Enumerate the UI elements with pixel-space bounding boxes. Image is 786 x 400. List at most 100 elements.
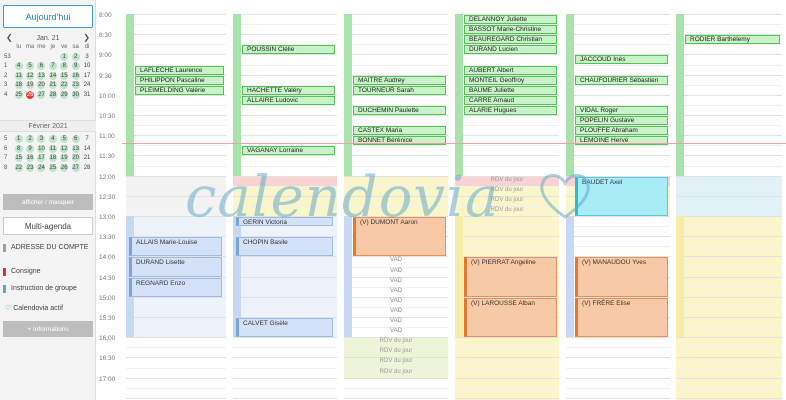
calendar-day[interactable]: 22 (60, 81, 69, 90)
appointment-blue[interactable]: ALLAIS Marie-Louise (129, 237, 222, 257)
appointment-green[interactable]: DURAND Lucien (464, 45, 557, 55)
calendar-day[interactable]: 9 (71, 62, 80, 71)
legend-calendovia-active[interactable]: ♡ Calendovia actif (3, 305, 93, 313)
calendar-day[interactable]: 17 (81, 72, 92, 80)
rdv-slot[interactable]: RDV du jour (455, 207, 559, 213)
rdv-slot[interactable]: RDV du jour (455, 197, 559, 203)
appointment-green[interactable]: PHILIPPON Pascaline (135, 75, 224, 85)
appointment-green[interactable]: DUCHEMIN Paulette (353, 105, 446, 115)
calendar-day[interactable]: 8 (14, 144, 23, 153)
vad-slot[interactable]: VAD (344, 328, 448, 334)
calendar-day[interactable]: 21 (48, 81, 57, 90)
appointment-cyan[interactable]: BAUDET Axel (575, 176, 668, 216)
appointment-orange[interactable]: (V) MANAUDOU Yves (575, 257, 668, 297)
calendar-day[interactable]: 19 (60, 154, 69, 163)
appointment-blue[interactable]: GERIN Victoria (236, 217, 333, 227)
appointment-green[interactable]: CHAUFOURIER Sébastien (575, 75, 668, 85)
appointment-green[interactable]: DELANNOY Juliette (464, 15, 557, 24)
appointment-blue[interactable]: CHOPIN Basile (236, 237, 333, 257)
calendar-day[interactable]: 14 (81, 145, 92, 153)
vad-slot[interactable]: VAD (344, 268, 448, 274)
calendar-day[interactable]: 26 (60, 163, 69, 172)
legend-account-address[interactable]: ADRESSE DU COMPTE (3, 244, 93, 252)
appointment-green[interactable]: TOURNEUR Sarah (353, 85, 446, 95)
calendar-day[interactable]: 10 (37, 144, 46, 153)
calendar-day[interactable]: 18 (48, 154, 57, 163)
appointment-orange[interactable]: (V) DUMONT Aaron (353, 217, 446, 257)
calendar-day[interactable]: 2 (26, 135, 35, 143)
day-column[interactable]: POUSSIN Clélie HACHETTE Valéry ALLAIRE Lud… (233, 10, 337, 400)
appointment-green[interactable]: CASTEX Maria (353, 126, 446, 136)
appointment-green[interactable]: POPELIN Gustave (575, 116, 668, 125)
calendar-day[interactable]: 10 (81, 62, 92, 70)
calendar-day[interactable]: 16 (26, 154, 35, 163)
calendar-day[interactable]: 25 (48, 163, 57, 172)
vad-slot[interactable]: VAD (344, 308, 448, 314)
calendar-day[interactable]: 21 (81, 154, 92, 162)
calendar-day[interactable]: 23 (71, 81, 80, 90)
appointment-green[interactable]: MONTEIL Geoffroy (464, 75, 557, 85)
calendar-day[interactable]: 22 (14, 163, 23, 172)
appointment-green[interactable]: ALARIE Hugues (464, 105, 557, 115)
appointment-green[interactable]: RODIER Barthélemy (685, 35, 780, 45)
rdv-slot[interactable]: RDV du jour (344, 348, 448, 354)
calendar-day[interactable]: 15 (60, 71, 69, 80)
vad-slot[interactable]: VAD (344, 257, 448, 263)
legend-group-instruction[interactable]: Instruction de groupe (3, 285, 93, 293)
calendar-day[interactable]: 25 (14, 90, 23, 99)
day-column[interactable]: DELANNOY Juliette BASSOT Marie-Christine B… (455, 10, 559, 400)
calendar-day[interactable]: 30 (71, 90, 80, 99)
appointment-orange[interactable]: (V) PIERRAT Angeline (464, 257, 557, 297)
appointment-green[interactable]: ALLAIRE Ludovic (242, 95, 335, 105)
appointment-orange[interactable]: (V) LAROUSSE Alban (464, 297, 557, 338)
calendar-day[interactable]: 4 (48, 135, 57, 143)
calendar-day[interactable]: 11 (14, 71, 23, 80)
calendar-day[interactable]: 2 (71, 52, 80, 61)
calendar-day[interactable]: 7 (81, 135, 92, 143)
rdv-slot[interactable]: RDV du jour (344, 369, 448, 375)
appointment-blue[interactable]: DURAND Lisette (129, 257, 222, 277)
calendar-day[interactable]: 3 (81, 53, 92, 61)
today-button[interactable]: Aujourd'hui (3, 5, 93, 28)
calendar-day[interactable]: 7 (48, 62, 57, 71)
calendar-day[interactable]: 23 (26, 163, 35, 172)
calendar-day[interactable]: 5 (26, 62, 35, 71)
appointment-green[interactable]: BASSOT Marie-Christine (464, 25, 557, 35)
calendar-day[interactable]: 24 (37, 163, 46, 172)
appointment-green[interactable]: LAFLÈCHE Laurence (135, 65, 224, 75)
day-column[interactable]: JACCOUD Inès CHAUFOURIER Sébastien VIDAL R… (566, 10, 670, 400)
calendar-day[interactable]: 13 (37, 71, 46, 80)
calendar-day[interactable]: 16 (71, 71, 80, 80)
calendar-day[interactable]: 28 (81, 164, 92, 172)
calendar-day[interactable]: 11 (48, 144, 57, 153)
calendar-day[interactable]: 17 (37, 154, 46, 163)
calendar-day[interactable]: 26 (26, 90, 35, 99)
day-column[interactable]: RODIER Barthélemy (676, 10, 782, 400)
calendar-day[interactable]: 1 (14, 135, 23, 143)
appointment-green[interactable]: CARRE Arnaud (464, 95, 557, 105)
rdv-slot[interactable]: RDV du jour (344, 338, 448, 344)
appointment-green[interactable]: VAGANAY Lorraine (242, 146, 335, 156)
calendar-day[interactable]: 18 (14, 81, 23, 90)
calendar-day[interactable]: 27 (71, 163, 80, 172)
multi-agenda-button[interactable]: Multi-agenda (3, 217, 93, 235)
vad-slot[interactable]: VAD (344, 318, 448, 324)
vad-slot[interactable]: VAD (344, 288, 448, 294)
toggle-button[interactable]: afficher / masquer (3, 194, 93, 210)
calendar-day[interactable]: 28 (48, 90, 57, 99)
calendar-day[interactable]: 19 (26, 81, 35, 90)
chevron-left-icon[interactable]: ❮ (6, 33, 13, 42)
appointment-green[interactable]: POUSSIN Clélie (242, 45, 335, 55)
appointment-green[interactable]: PLOUFFE Abraham (575, 126, 668, 136)
appointment-green[interactable]: PLEIMELDING Valérie (135, 85, 224, 95)
appointment-green[interactable]: BEAUREGARD Christian (464, 35, 557, 45)
calendar-day[interactable]: 1 (60, 52, 69, 61)
appointment-blue[interactable]: REGNARD Enzo (129, 277, 222, 297)
appointment-green[interactable]: JACCOUD Inès (575, 55, 668, 65)
appointment-green[interactable]: BAUME Juliette (464, 85, 557, 95)
calendar-day[interactable]: 20 (37, 81, 46, 90)
calendar-day[interactable]: 4 (14, 62, 23, 71)
day-column[interactable]: MAITRE Audrey TOURNEUR Sarah DUCHEMIN Paul… (344, 10, 448, 400)
appointment-green[interactable]: HACHETTE Valéry (242, 85, 335, 95)
appointment-orange[interactable]: (V) FRÈRE Elise (575, 297, 668, 338)
